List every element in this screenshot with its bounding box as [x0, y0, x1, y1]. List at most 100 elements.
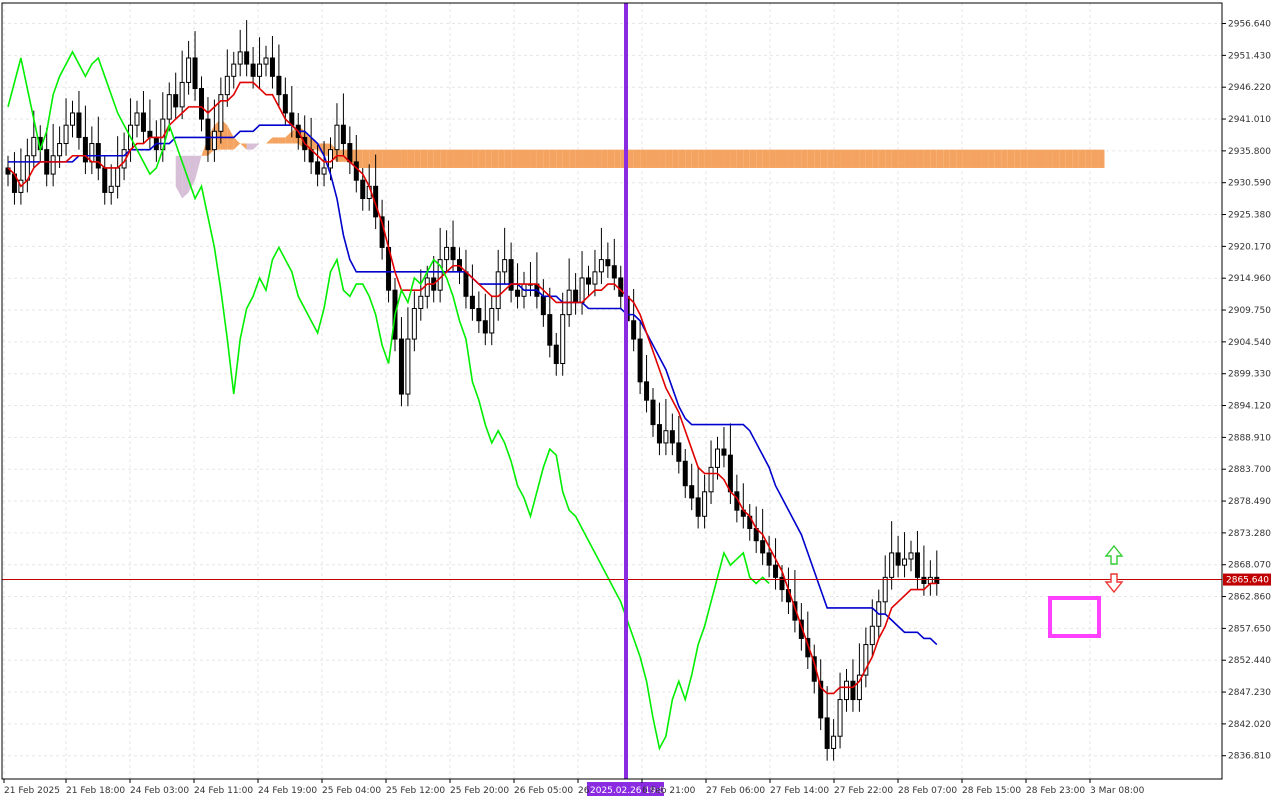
y-tick-label: 2836.810	[1228, 752, 1271, 762]
y-tick-label: 2920.170	[1228, 242, 1271, 252]
candle-body	[760, 540, 766, 554]
kumo-segment	[614, 149, 621, 168]
candle-body	[773, 564, 779, 578]
kumo-segment	[865, 149, 873, 168]
kumo-segment	[549, 149, 557, 168]
x-tick-label: 21 Feb 18:00	[66, 786, 125, 796]
y-tick-label: 2956.640	[1228, 20, 1271, 30]
candle-body	[844, 680, 849, 701]
kumo-segment	[833, 149, 841, 168]
kumo-segment	[420, 149, 428, 168]
kumo-segment	[730, 149, 737, 168]
candle-body	[489, 308, 495, 334]
current-price-tag: 2865.640	[1223, 573, 1271, 586]
candle-body	[63, 124, 69, 145]
kumo-segment	[969, 149, 976, 168]
candle-body	[315, 161, 321, 175]
kumo-segment	[594, 149, 602, 168]
kumo-segment	[569, 149, 576, 168]
kumo-segment	[949, 149, 957, 168]
candle-body	[637, 338, 643, 383]
kumo-segment	[782, 149, 789, 168]
kumo-segment	[278, 137, 286, 144]
kumo-segment	[936, 149, 944, 168]
kumo-segment	[1020, 149, 1028, 168]
candle-body	[244, 51, 250, 65]
kumo-segment	[756, 149, 763, 168]
kumo-segment	[807, 149, 815, 168]
y-tick-label: 2935.800	[1228, 147, 1271, 157]
x-tick-label: 27 Feb 22:00	[834, 786, 893, 796]
kumo-segment	[478, 149, 486, 168]
candle-body	[469, 295, 475, 310]
candle-body	[424, 277, 430, 297]
kumo-segment	[775, 149, 782, 168]
candle-body	[211, 130, 217, 151]
candle-body	[334, 124, 340, 151]
candle-body	[269, 57, 275, 77]
candle-body	[682, 460, 688, 487]
kumo-segment	[678, 149, 686, 168]
kumo-segment	[820, 149, 828, 168]
kumo-segment	[1027, 149, 1034, 168]
candle-body	[727, 454, 733, 493]
candle-body	[405, 338, 411, 395]
candle-body	[715, 448, 720, 468]
candle-body	[257, 63, 263, 77]
kumo-segment	[1014, 149, 1021, 168]
kumo-segment	[498, 149, 505, 168]
kumo-segment	[872, 149, 879, 168]
kumo-segment	[859, 149, 866, 168]
candle-body	[495, 271, 501, 310]
kumo-segment	[453, 149, 460, 168]
kumo-segment	[769, 149, 776, 168]
candle-body	[321, 167, 327, 175]
candle-body	[328, 149, 333, 169]
kumo-segment	[1065, 149, 1073, 168]
candle-body	[82, 136, 88, 163]
x-tick-label: 27 Feb 14:00	[770, 786, 829, 796]
kumo-segment	[246, 143, 254, 150]
kumo-segment	[711, 149, 718, 168]
candle-body	[553, 344, 559, 365]
kumo-segment	[917, 149, 924, 168]
candle-body	[502, 259, 508, 273]
kumo-segment	[852, 149, 860, 168]
candle-body	[192, 57, 198, 90]
candle-body	[902, 558, 908, 566]
kumo-segment	[414, 149, 421, 168]
candle-body	[166, 94, 172, 120]
kumo-segment	[272, 137, 279, 144]
kumo-segment	[427, 149, 434, 168]
x-tick-label: 28 Feb 15:00	[962, 786, 1021, 796]
candle-body	[147, 130, 153, 138]
kumo-segment	[685, 149, 692, 168]
candle-body	[199, 88, 204, 120]
candle-body	[702, 491, 708, 517]
y-tick-label: 2904.540	[1228, 338, 1271, 348]
kumo-segment	[923, 149, 931, 168]
candle-body	[89, 143, 95, 163]
y-tick-label: 2899.330	[1228, 370, 1271, 380]
candle-body	[102, 167, 108, 193]
kumo-segment	[723, 149, 731, 168]
kumo-segment	[524, 149, 531, 168]
kumo-segment	[511, 149, 518, 168]
y-tick-label: 2842.020	[1228, 720, 1271, 730]
y-tick-label: 2878.490	[1228, 497, 1271, 507]
kumo-segment	[407, 149, 415, 168]
x-tick-label: 28 Feb 07:00	[898, 786, 957, 796]
candle-body	[837, 699, 843, 737]
kumo-segment	[717, 149, 724, 168]
x-tick-label: 3 Mar 08:00	[1090, 786, 1145, 796]
candle-body	[766, 552, 772, 566]
kumo-segment	[375, 149, 383, 168]
candle-body	[186, 57, 192, 83]
kumo-segment	[736, 149, 744, 168]
y-tick-label: 2847.230	[1228, 688, 1271, 698]
kumo-segment	[898, 149, 905, 168]
kumo-segment	[762, 149, 770, 168]
kumo-segment	[1059, 149, 1066, 168]
candle-body	[573, 289, 579, 303]
kumo-segment	[956, 149, 963, 168]
